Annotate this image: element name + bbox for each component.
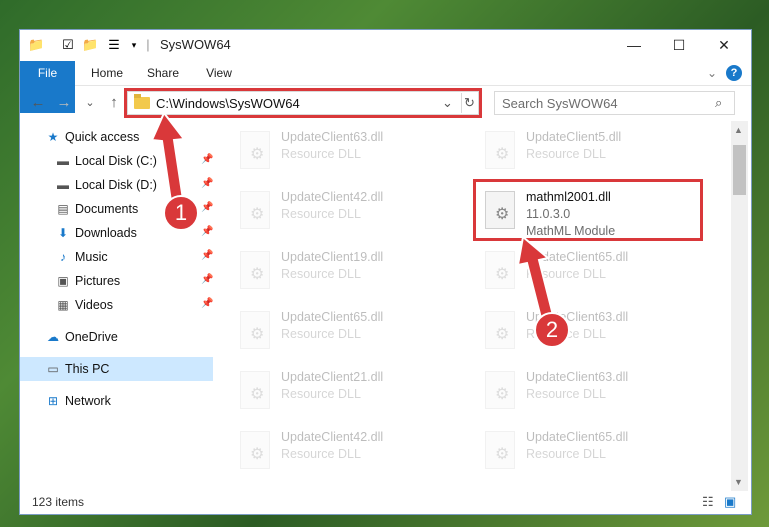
arrow-1 [150,111,186,210]
arrow-2 [516,235,556,324]
step-badge-2: 2 [534,312,570,348]
annotation-arrows [150,111,556,324]
step-badge-1: 1 [163,195,199,231]
